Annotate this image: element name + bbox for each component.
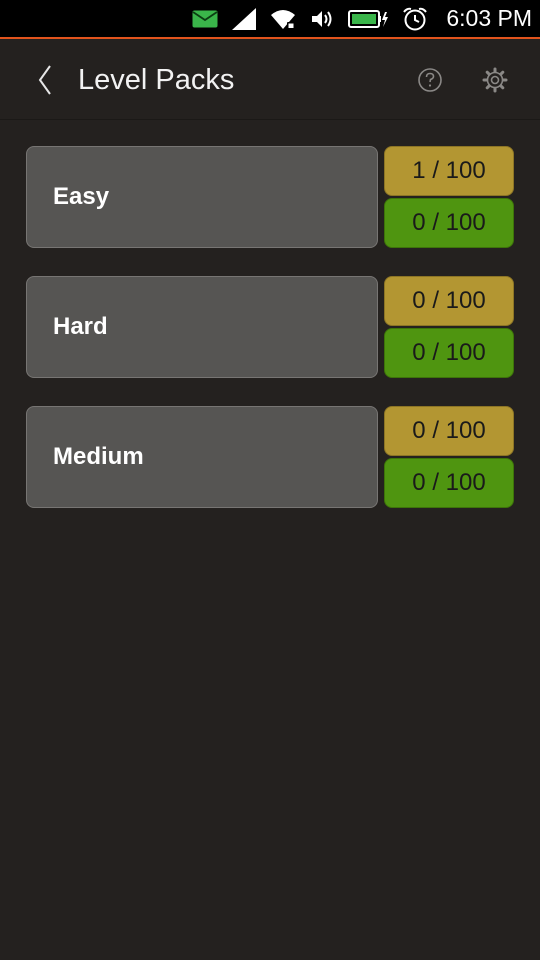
wifi-icon: [270, 8, 296, 30]
back-button[interactable]: [28, 61, 62, 99]
pack-name: Medium: [53, 443, 144, 470]
mail-icon: [192, 10, 218, 28]
help-button[interactable]: [416, 66, 444, 94]
pack-button-easy[interactable]: Easy: [26, 146, 378, 248]
signal-icon: [232, 7, 257, 30]
level-pack-medium: Medium 0 / 100 0 / 100: [26, 406, 514, 510]
chevron-left-icon: [38, 65, 51, 95]
status-bar: 6:03 PM: [0, 0, 540, 39]
help-icon: [418, 68, 442, 92]
pack-name: Easy: [53, 183, 110, 210]
level-pack-easy: Easy 1 / 100 0 / 100: [26, 146, 514, 250]
status-time: 6:03 PM: [446, 5, 532, 31]
pack-button-medium[interactable]: Medium: [26, 406, 378, 508]
green-progress-badge: 0 / 100: [384, 328, 514, 378]
settings-button[interactable]: [481, 66, 509, 94]
pack-name: Hard: [53, 313, 108, 340]
pack-button-hard[interactable]: Hard: [26, 276, 378, 378]
battery-charging-icon: [348, 9, 389, 29]
volume-icon: [310, 8, 334, 30]
page-title: Level Packs: [78, 64, 235, 96]
level-pack-hard: Hard 0 / 100 0 / 100: [26, 276, 514, 380]
header: Level Packs: [0, 41, 540, 120]
green-progress-badge: 0 / 100: [384, 198, 514, 248]
gold-progress-badge: 0 / 100: [384, 276, 514, 326]
green-progress-badge: 0 / 100: [384, 458, 514, 508]
settings-icon: [482, 67, 508, 93]
gold-progress-badge: 0 / 100: [384, 406, 514, 456]
alarm-icon: [402, 7, 428, 31]
gold-progress-badge: 1 / 100: [384, 146, 514, 196]
